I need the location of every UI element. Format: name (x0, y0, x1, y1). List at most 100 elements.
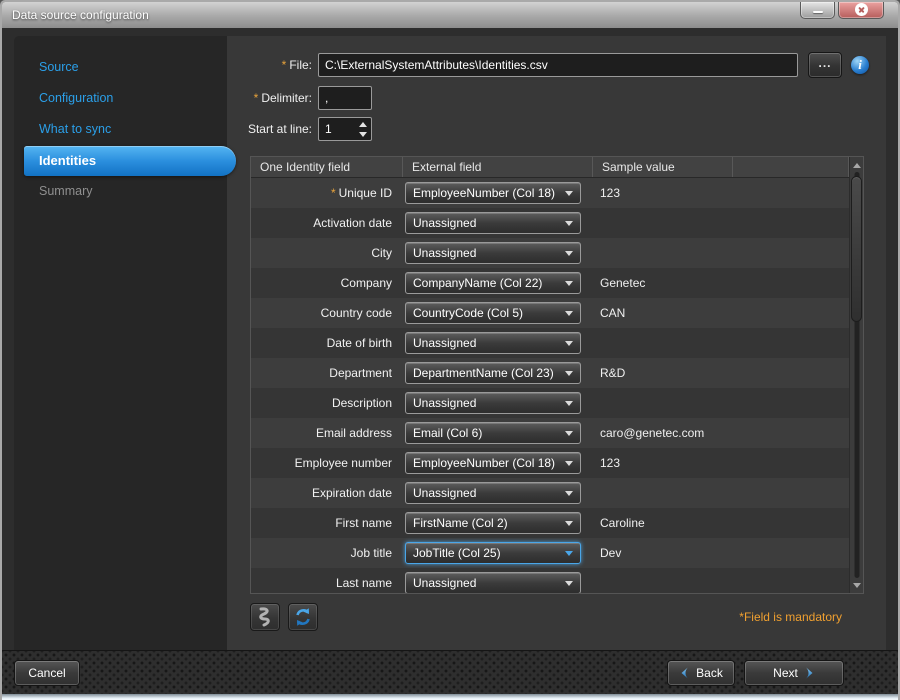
field-mapping-table: One Identity field External field Sample… (250, 156, 864, 594)
title-bar[interactable]: Data source configuration (2, 2, 898, 28)
chevron-down-icon (565, 491, 573, 496)
table-row: *City Unassigned (251, 238, 849, 268)
identity-field-cell: *City (251, 246, 403, 260)
refresh-button[interactable] (288, 603, 318, 631)
minimize-button[interactable] (800, 2, 835, 19)
chevron-down-icon (565, 341, 573, 346)
sample-value: 123 (600, 186, 620, 200)
external-field-dropdown[interactable]: JobTitle (Col 25) (405, 542, 581, 564)
header-external-field: External field (403, 157, 593, 177)
external-field-dropdown[interactable]: Email (Col 6) (405, 422, 581, 444)
external-field-dropdown[interactable]: Unassigned (405, 392, 581, 414)
dropdown-value: CountryCode (Col 5) (413, 306, 561, 320)
sidebar-item-summary[interactable]: Summary (14, 176, 227, 207)
dropdown-value: Unassigned (413, 246, 561, 260)
external-field-dropdown[interactable]: EmployeeNumber (Col 18) (405, 452, 581, 474)
table-row: *Country code CountryCode (Col 5) CAN (251, 298, 849, 328)
dropdown-value: EmployeeNumber (Col 18) (413, 456, 561, 470)
identity-field-cell: *Country code (251, 306, 403, 320)
table-row: *Last name Unassigned (251, 568, 849, 593)
scrollbar-thumb[interactable] (851, 176, 862, 322)
table-row: *Email address Email (Col 6) caro@genete… (251, 418, 849, 448)
external-field-dropdown[interactable]: CompanyName (Col 22) (405, 272, 581, 294)
dialog-window: Data source configuration Source Configu… (0, 0, 900, 700)
back-button[interactable]: Back (667, 660, 735, 686)
external-field-cell: EmployeeNumber (Col 18) (403, 182, 593, 204)
table-row: *Activation date Unassigned (251, 208, 849, 238)
identity-field-label: Department (329, 366, 392, 380)
sidebar-item-source[interactable]: Source (14, 52, 227, 83)
vertical-scrollbar[interactable] (849, 157, 863, 593)
sample-value: Caroline (600, 516, 645, 530)
required-asterisk: * (282, 58, 287, 72)
sample-value: 123 (600, 456, 620, 470)
sample-value: Genetec (600, 276, 645, 290)
chevron-down-icon (565, 461, 573, 466)
identity-field-cell: *Description (251, 396, 403, 410)
close-button[interactable] (838, 2, 884, 19)
chevron-left-icon (679, 666, 690, 680)
chevron-down-icon (565, 521, 573, 526)
close-icon (855, 3, 868, 16)
cancel-button[interactable]: Cancel (14, 660, 80, 686)
identity-field-label: Unique ID (339, 186, 392, 200)
info-icon[interactable]: i (851, 56, 869, 74)
external-field-dropdown[interactable]: Unassigned (405, 482, 581, 504)
sample-value-cell: CAN (593, 306, 849, 320)
sample-value-cell: R&D (593, 366, 849, 380)
spin-up-button[interactable] (357, 120, 369, 128)
table-header-row: One Identity field External field Sample… (251, 157, 863, 178)
triangle-down-icon (853, 583, 861, 588)
external-field-cell: EmployeeNumber (Col 18) (403, 452, 593, 474)
mandatory-field-note: *Field is mandatory (739, 610, 842, 624)
identity-field-label: First name (335, 516, 392, 530)
table-row: *Date of birth Unassigned (251, 328, 849, 358)
dropdown-value: Unassigned (413, 216, 561, 230)
spin-down-button[interactable] (357, 130, 369, 138)
sample-value: Dev (600, 546, 621, 560)
file-path-input[interactable] (318, 53, 798, 77)
chevron-right-icon (804, 666, 815, 680)
external-field-dropdown[interactable]: Unassigned (405, 242, 581, 264)
identity-field-cell: *Company (251, 276, 403, 290)
identity-field-cell: *First name (251, 516, 403, 530)
header-sample-value: Sample value (593, 157, 733, 177)
external-field-dropdown[interactable]: DepartmentName (Col 23) (405, 362, 581, 384)
refresh-icon (293, 607, 313, 627)
external-field-dropdown[interactable]: FirstName (Col 2) (405, 512, 581, 534)
chevron-down-icon (565, 251, 573, 256)
scrollbar-track[interactable] (850, 172, 863, 578)
table-row: *Department DepartmentName (Col 23) R&D (251, 358, 849, 388)
external-field-dropdown[interactable]: CountryCode (Col 5) (405, 302, 581, 324)
sample-value: CAN (600, 306, 625, 320)
table-row: *Expiration date Unassigned (251, 478, 849, 508)
header-empty (733, 157, 849, 177)
identity-field-cell: *Unique ID (251, 186, 403, 200)
scroll-up-button[interactable] (853, 160, 861, 170)
external-field-cell: Unassigned (403, 392, 593, 414)
triangle-down-icon (359, 132, 367, 137)
table-row: *Description Unassigned (251, 388, 849, 418)
sidebar-item-configuration[interactable]: Configuration (14, 83, 227, 114)
delimiter-row: *Delimiter: (227, 86, 372, 110)
identity-field-cell: *Date of birth (251, 336, 403, 350)
ellipsis-icon: ... (818, 56, 831, 70)
external-field-dropdown[interactable]: Unassigned (405, 332, 581, 354)
chevron-down-icon (565, 551, 573, 556)
sidebar-item-what-to-sync[interactable]: What to sync (14, 114, 227, 145)
bottom-bar: Cancel Back Next (2, 650, 898, 694)
identity-field-cell: *Email address (251, 426, 403, 440)
delimiter-input[interactable] (318, 86, 372, 110)
scroll-down-button[interactable] (853, 580, 861, 590)
external-field-dropdown[interactable]: EmployeeNumber (Col 18) (405, 182, 581, 204)
external-field-cell: Unassigned (403, 332, 593, 354)
next-button[interactable]: Next (744, 660, 844, 686)
external-field-cell: FirstName (Col 2) (403, 512, 593, 534)
browse-button[interactable]: ... (808, 52, 842, 78)
sidebar-item-identities[interactable]: Identities (24, 146, 236, 176)
external-field-dropdown[interactable]: Unassigned (405, 572, 581, 593)
dialog-body: Source Configuration What to sync Identi… (2, 28, 898, 650)
external-field-dropdown[interactable]: Unassigned (405, 212, 581, 234)
clear-mappings-button[interactable] (250, 603, 280, 631)
table-tools (250, 603, 318, 631)
